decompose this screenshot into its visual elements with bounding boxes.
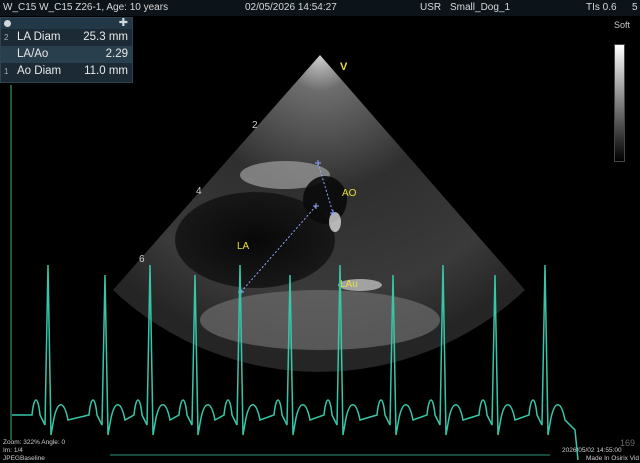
aortic-valve	[329, 212, 341, 232]
frame-number: 169	[620, 438, 636, 448]
orientation-marker: V	[340, 61, 348, 73]
label-lau: LAu	[340, 279, 358, 290]
zoom-readout: Zoom: 322% Angle: 0	[3, 439, 66, 446]
label-ao: AO	[342, 188, 357, 199]
measurement-row-la-ao[interactable]: LA/Ao 2.29	[1, 46, 132, 63]
measurement-value: 11.0 mm	[84, 65, 128, 77]
measurement-label: Ao Diam	[17, 65, 62, 77]
measurement-label: LA Diam	[17, 31, 61, 43]
measurement-value: 2.29	[105, 48, 128, 60]
grayscale-bar	[614, 44, 625, 162]
measurement-row-ao-diam[interactable]: 1 Ao Diam 11.0 mm	[1, 63, 132, 80]
label-la: LA	[237, 241, 250, 252]
add-icon[interactable]: ✚	[119, 16, 128, 29]
measurement-row-la-diam[interactable]: 2 LA Diam 25.3 mm	[1, 29, 132, 46]
measurement-value: 25.3 mm	[83, 31, 128, 43]
depth-mark-6: 6	[139, 254, 145, 265]
lower-wall	[200, 290, 440, 350]
stamp-date: 2026/05/02 14:55:00	[562, 447, 622, 454]
measurement-panel: ✚ 2 LA Diam 25.3 mm LA/Ao 2.29 1 Ao Diam…	[0, 17, 133, 83]
measurement-panel-header: ✚	[1, 16, 132, 29]
gray-map-label: Soft	[614, 20, 631, 30]
measurement-index: 1	[4, 67, 9, 76]
ao-lumen	[303, 176, 347, 224]
made-in-label: Made In Osirix Vid	[586, 455, 639, 462]
measurement-label: LA/Ao	[17, 48, 49, 60]
collapse-icon[interactable]	[4, 20, 11, 27]
measurement-index: 2	[4, 33, 9, 42]
image-index: Im: 1/4	[3, 447, 23, 454]
depth-mark-4: 4	[196, 186, 202, 197]
compression-label: JPEGBaseline	[3, 455, 45, 462]
depth-mark-2: 2	[252, 120, 258, 131]
